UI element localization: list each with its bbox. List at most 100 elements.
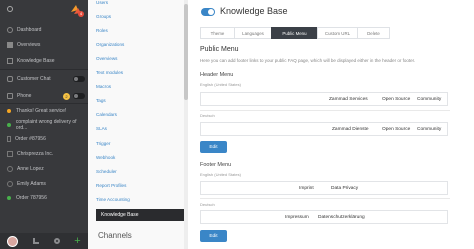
document-icon	[7, 136, 11, 142]
menu-link: Open Source	[382, 96, 411, 102]
settings-nav-item[interactable]: Roles	[96, 28, 108, 33]
tab-theme[interactable]: Theme	[200, 27, 235, 39]
chat-toggle[interactable]	[73, 76, 85, 82]
sidebar-tab-item[interactable]: Chrisprezza Inc.	[0, 147, 88, 161]
sidebar-footer: +	[0, 233, 88, 249]
sidebar-item-label: complaint wrong delivery of ord...	[15, 119, 77, 131]
settings-nav-item[interactable]: Tags	[96, 98, 106, 103]
main-sidebar: 4 Dashboard Overviews Knowledge Base Cus…	[0, 0, 88, 249]
notification-badge: 4	[78, 11, 84, 17]
public-menu-description: Here you can add footer links to your pu…	[200, 58, 416, 63]
add-icon[interactable]: +	[74, 235, 80, 247]
sidebar-item-label: Phone	[17, 93, 32, 99]
footer-menu-links-de: Impressum Datenschutzerklärung	[200, 210, 448, 224]
dashboard-icon	[7, 27, 13, 33]
sidebar-item-label: Order 787956	[16, 195, 47, 201]
settings-nav-item[interactable]: Scheduler	[96, 169, 117, 174]
sidebar-item-label: Dashboard	[17, 27, 42, 33]
settings-nav-scrollbar[interactable]	[184, 0, 188, 249]
settings-nav-item[interactable]: Time Accounting	[96, 197, 130, 202]
settings-nav-item[interactable]: Macros	[96, 84, 111, 89]
settings-nav-item[interactable]: SLAs	[96, 126, 107, 131]
user-icon	[7, 166, 13, 172]
footer-menu-edit-button[interactable]: Edit	[200, 230, 227, 242]
sidebar-item-customer-chat[interactable]: Customer Chat	[0, 72, 88, 86]
menu-link: Open Source	[382, 126, 411, 132]
settings-nav-item[interactable]: Report Profiles	[96, 183, 126, 188]
divider	[200, 110, 450, 111]
sidebar-item-label: Order #87956	[15, 136, 46, 142]
sidebar-item-phone[interactable]: Phone 2	[0, 89, 88, 103]
language-label: English (United States)	[200, 172, 241, 177]
overviews-icon	[7, 42, 13, 48]
tab-languages[interactable]: Languages	[234, 27, 272, 39]
settings-nav-item[interactable]: Groups	[96, 14, 111, 19]
channels-heading: Channels	[98, 231, 132, 240]
sidebar-item-label: Emily Adams	[17, 181, 46, 187]
language-label: English (United States)	[200, 82, 241, 87]
menu-link: Imprint	[299, 185, 314, 191]
menu-link: Datenschutzerklärung	[318, 214, 365, 220]
chat-icon	[7, 76, 13, 82]
sidebar-item-label: Knowledge Base	[17, 58, 55, 64]
tab-public-menu[interactable]: Public Menu	[271, 27, 318, 39]
settings-nav-item[interactable]: Calendars	[96, 112, 117, 117]
tab-custom-url[interactable]: Custom URL	[317, 27, 358, 39]
status-dot	[7, 196, 11, 200]
scrollbar-thumb[interactable]	[184, 4, 188, 100]
phone-toggle[interactable]	[73, 93, 85, 99]
sidebar-tab-item[interactable]: Thanks! Great service!	[0, 104, 88, 118]
phone-icon	[7, 93, 13, 99]
gear-icon[interactable]	[53, 238, 60, 244]
sidebar-tab-item[interactable]: Emily Adams	[0, 177, 88, 191]
footer-menu-heading: Footer Menu	[200, 162, 232, 168]
sidebar-tab-item[interactable]: complaint wrong delivery of ord...	[0, 118, 88, 132]
header-menu-heading: Header Menu	[200, 72, 234, 78]
settings-nav-item[interactable]: Trigger	[96, 141, 110, 146]
divider	[200, 198, 450, 199]
settings-nav-item[interactable]: Organizations	[96, 42, 124, 47]
sidebar-item-label: Chrisprezza Inc.	[17, 151, 54, 157]
tab-delete[interactable]: Delete	[357, 27, 390, 39]
sidebar-item-knowledge-base[interactable]: Knowledge Base	[0, 54, 88, 68]
settings-nav-item[interactable]: Overviews	[96, 56, 117, 61]
stats-icon[interactable]	[32, 238, 39, 244]
status-dot	[7, 109, 11, 113]
menu-link: Zammad Services	[329, 96, 368, 102]
page-title: Knowledge Base	[220, 6, 288, 16]
settings-nav-item[interactable]: Text modules	[96, 70, 123, 75]
header-menu-links-de: Zammad Dienste Open Source Community	[200, 122, 448, 136]
search-icon[interactable]	[7, 6, 13, 12]
app-logo: 4	[70, 3, 84, 17]
menu-link: Impressum	[285, 214, 309, 220]
settings-nav-item-knowledge-base[interactable]: Knowledge Base	[96, 209, 184, 221]
phone-badge: 2	[63, 92, 70, 100]
sidebar-item-label: Anne Lopez	[17, 166, 44, 172]
user-icon	[7, 181, 13, 187]
header-menu-links-en: Zammad Services Open Source Community	[200, 92, 448, 106]
knowledge-base-toggle[interactable]	[201, 8, 215, 16]
menu-link: Community	[417, 96, 442, 102]
sidebar-tab-item[interactable]: Anne Lopez	[0, 162, 88, 176]
sidebar-item-overviews[interactable]: Overviews	[0, 38, 88, 52]
status-dot	[7, 123, 11, 127]
menu-link: Community	[417, 126, 442, 132]
sidebar-item-label: Thanks! Great service!	[16, 108, 67, 114]
header-menu-edit-button[interactable]: Edit	[200, 141, 227, 153]
settings-nav-item[interactable]: Webhook	[96, 155, 115, 160]
footer-menu-links-en: Imprint Data Privacy	[200, 181, 448, 195]
settings-nav: Users Groups Roles Organizations Overvie…	[88, 0, 188, 249]
sidebar-tab-item[interactable]: Order #87956	[0, 132, 88, 146]
sidebar-item-dashboard[interactable]: Dashboard	[0, 23, 88, 37]
avatar[interactable]	[7, 235, 19, 247]
menu-link: Zammad Dienste	[332, 126, 369, 132]
book-icon	[7, 58, 13, 64]
sidebar-item-label: Customer Chat	[17, 76, 51, 82]
settings-nav-item[interactable]: Users	[96, 0, 108, 5]
public-menu-heading: Public Menu	[200, 46, 239, 53]
organization-icon	[7, 151, 13, 157]
sidebar-tab-item[interactable]: Order 787956	[0, 191, 88, 205]
language-label: Deutsch	[200, 202, 215, 207]
sidebar-item-label: Overviews	[17, 42, 41, 48]
language-label: Deutsch	[200, 113, 215, 118]
